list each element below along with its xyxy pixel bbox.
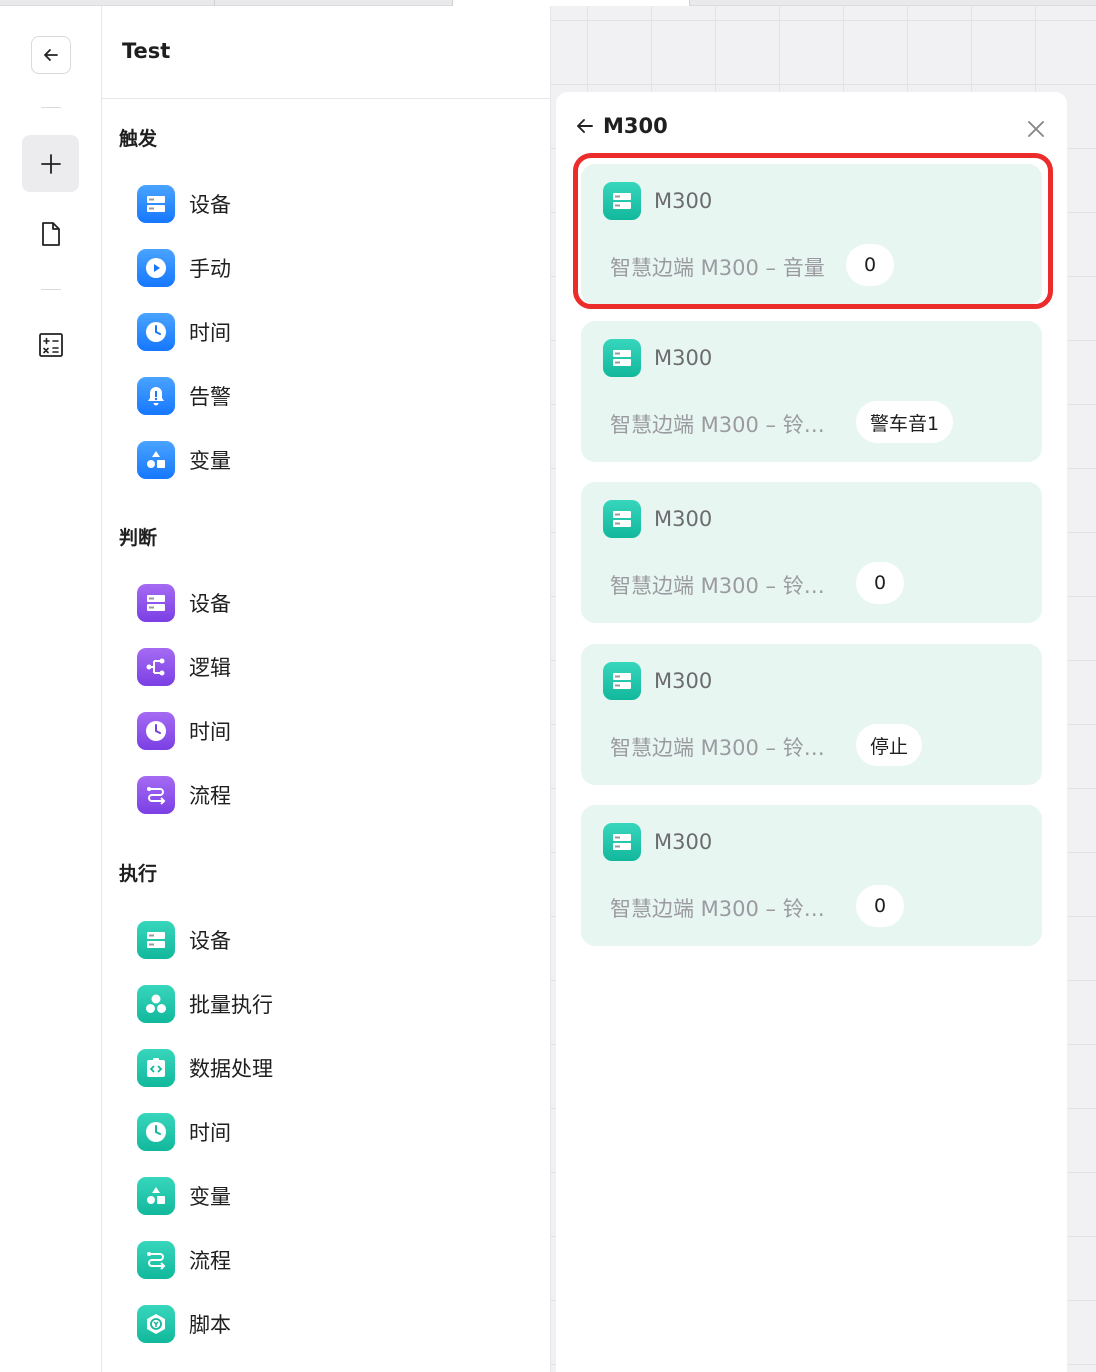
add-node-button[interactable] xyxy=(22,135,79,192)
palette-item-label: 告警 xyxy=(189,385,231,409)
device-icon xyxy=(603,823,641,861)
palette-item-label: 数据处理 xyxy=(189,1057,273,1081)
card-value-badge: 停止 xyxy=(856,724,923,766)
card-property: 智慧边端 M300 – 音量 xyxy=(610,256,825,280)
palette-item[interactable]: 逻辑 xyxy=(137,647,231,687)
arrow-left-icon xyxy=(44,49,58,61)
device-icon xyxy=(603,339,641,377)
back-button[interactable] xyxy=(31,36,71,74)
palette-item-label: 变量 xyxy=(189,1185,231,1209)
palette-item-label: 脚本 xyxy=(189,1313,231,1337)
device-icon xyxy=(603,662,641,700)
palette-item[interactable]: 数据处理 xyxy=(137,1048,273,1088)
palette-item-label: 变量 xyxy=(189,449,231,473)
plus-icon xyxy=(40,153,61,174)
palette-item-label: 时间 xyxy=(189,720,231,744)
palette-item-label: 设备 xyxy=(189,193,231,217)
device-card[interactable]: M300 智慧边端 M300 – 铃… 0 xyxy=(581,482,1042,623)
card-device-name: M300 xyxy=(654,669,713,693)
card-value-badge: 警车音1 xyxy=(856,401,954,443)
palette-item-label: 时间 xyxy=(189,321,231,345)
palette-item-label: 逻辑 xyxy=(189,656,231,680)
palette-item[interactable]: 手动 xyxy=(137,248,231,288)
palette-item[interactable]: 设备 xyxy=(137,583,231,623)
palette-item[interactable]: 设备 xyxy=(137,184,231,224)
clock-icon xyxy=(137,1113,175,1151)
close-button[interactable] xyxy=(1025,118,1047,140)
back-button[interactable] xyxy=(575,116,595,136)
shapes-icon xyxy=(137,441,175,479)
palette-item[interactable]: 脚本 xyxy=(137,1304,231,1344)
script-icon xyxy=(137,1305,175,1343)
branch-icon xyxy=(137,648,175,686)
palette-item[interactable]: 时间 xyxy=(137,711,231,751)
arrow-left-icon xyxy=(577,119,593,133)
workflow-title: Test xyxy=(122,39,171,63)
palette-item-label: 手动 xyxy=(189,257,231,281)
palette-item[interactable]: 时间 xyxy=(137,312,231,352)
close-icon xyxy=(1028,121,1044,137)
flow-icon xyxy=(137,776,175,814)
section-heading: 判断 xyxy=(119,527,158,549)
palette-item[interactable]: 流程 xyxy=(137,775,231,815)
device-card[interactable]: M300 智慧边端 M300 – 铃… 停止 xyxy=(581,644,1042,785)
card-value-badge: 0 xyxy=(856,562,904,604)
divider xyxy=(102,98,551,99)
device-icon xyxy=(603,182,641,220)
device-card[interactable]: M300 智慧边端 M300 – 音量 0 xyxy=(581,164,1042,305)
card-value-badge: 0 xyxy=(856,885,904,927)
icon-rail xyxy=(0,6,102,1372)
palette-item[interactable]: 变量 xyxy=(137,440,231,480)
card-device-name: M300 xyxy=(654,189,713,213)
file-icon xyxy=(42,222,60,246)
clock-icon xyxy=(137,313,175,351)
palette-item[interactable]: 时间 xyxy=(137,1112,231,1152)
device-icon xyxy=(137,921,175,959)
code-icon xyxy=(137,1049,175,1087)
section-heading: 执行 xyxy=(119,863,158,885)
batch-icon xyxy=(137,985,175,1023)
device-icon xyxy=(603,500,641,538)
device-card[interactable]: M300 智慧边端 M300 – 铃… 0 xyxy=(581,805,1042,946)
palette-item[interactable]: 告警 xyxy=(137,376,231,416)
device-icon xyxy=(137,185,175,223)
card-device-name: M300 xyxy=(654,507,713,531)
palette-item[interactable]: 设备 xyxy=(137,920,231,960)
palette-item-label: 流程 xyxy=(189,784,231,808)
palette-item-label: 设备 xyxy=(189,929,231,953)
device-detail-panel: M300 M300 智慧边端 M300 – 音量 0 M300 智慧边端 M300 – … xyxy=(556,92,1067,1372)
flow-icon xyxy=(137,1241,175,1279)
rail-divider xyxy=(41,107,61,108)
rail-divider xyxy=(41,289,61,290)
clock-icon xyxy=(137,712,175,750)
alarm-icon xyxy=(137,377,175,415)
palette-item[interactable]: 批量执行 xyxy=(137,984,273,1024)
device-icon xyxy=(137,584,175,622)
section-heading: 触发 xyxy=(119,128,158,150)
detail-header: M300 xyxy=(575,114,668,138)
calculator-icon xyxy=(39,333,63,357)
card-value-badge: 0 xyxy=(846,244,894,286)
node-palette: Test 触发 设备 手动 时间 告警 变量 判断 设备 逻辑 时间 流程 执行 设备 批量执行 数据处理时… xyxy=(102,6,551,1372)
card-property: 智慧边端 M300 – 铃… xyxy=(610,574,825,598)
card-device-name: M300 xyxy=(654,346,713,370)
palette-item-label: 流程 xyxy=(189,1249,231,1273)
card-property: 智慧边端 M300 – 铃… xyxy=(610,736,825,760)
card-property: 智慧边端 M300 – 铃… xyxy=(610,897,825,921)
detail-title: M300 xyxy=(603,114,668,138)
palette-item[interactable]: 流程 xyxy=(137,1240,231,1280)
palette-item-label: 时间 xyxy=(189,1121,231,1145)
palette-item-label: 设备 xyxy=(189,592,231,616)
play-icon xyxy=(137,249,175,287)
card-device-name: M300 xyxy=(654,830,713,854)
calculator-button[interactable] xyxy=(37,331,65,359)
shapes-icon xyxy=(137,1177,175,1215)
palette-item[interactable]: 变量 xyxy=(137,1176,231,1216)
device-card[interactable]: M300 智慧边端 M300 – 铃… 警车音1 xyxy=(581,321,1042,462)
palette-item-label: 批量执行 xyxy=(189,993,273,1017)
app-root: Test 触发 设备 手动 时间 告警 变量 判断 设备 逻辑 时间 流程 执行 设备 批量执行 数据处理时… xyxy=(0,0,1096,1372)
file-button[interactable] xyxy=(37,220,65,248)
card-property: 智慧边端 M300 – 铃… xyxy=(610,413,825,437)
